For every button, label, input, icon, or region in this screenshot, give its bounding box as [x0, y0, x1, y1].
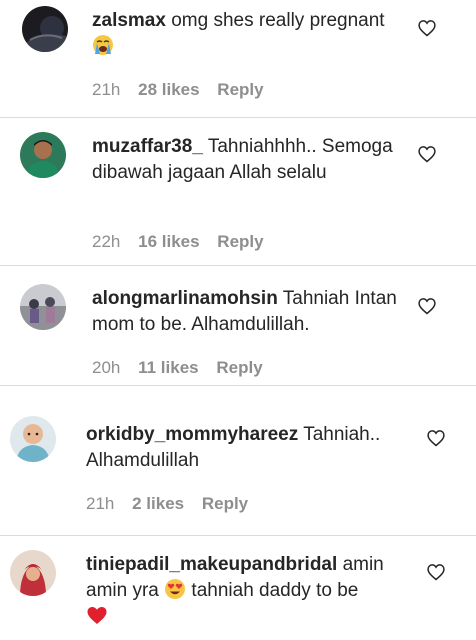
- comment-time: 20h: [92, 358, 121, 377]
- reply-button[interactable]: Reply: [202, 494, 248, 513]
- comment-username[interactable]: muzaffar38_: [92, 136, 203, 157]
- comment-likes[interactable]: 11 likes: [138, 358, 199, 377]
- comment-alongmarlinamohsin: alongmarlinamohsin Tahniah Intan mom to …: [0, 266, 476, 386]
- comment-body-continued: tahniah daddy to be: [191, 580, 359, 601]
- comment-meta: 20h 11 likes Reply: [92, 358, 276, 378]
- comment-orkidby-mommyhareez: orkidby_mommyhareez Tahniah.. Alhamdulil…: [0, 386, 476, 522]
- avatar[interactable]: [20, 132, 66, 178]
- comment-username[interactable]: orkidby_mommyhareez: [86, 424, 298, 445]
- comment-likes[interactable]: 2 likes: [132, 494, 184, 513]
- like-heart-icon[interactable]: [417, 18, 437, 38]
- comment-text: muzaffar38_ Tahniahhhh.. Semoga dibawah …: [92, 134, 412, 186]
- reply-button[interactable]: Reply: [216, 358, 262, 377]
- like-heart-icon[interactable]: [426, 428, 446, 448]
- comment-tiniepadil-makeupandbridal: tiniepadil_makeupandbridal amin amin yra…: [0, 536, 476, 640]
- comment-time: 21h: [86, 494, 115, 513]
- comment-meta: 21h 28 likes Reply: [92, 80, 277, 100]
- comment-text: alongmarlinamohsin Tahniah Intan mom to …: [92, 286, 412, 338]
- heart-eyes-emoji: [164, 578, 186, 600]
- comment-meta: 22h 16 likes Reply: [92, 232, 277, 252]
- like-heart-icon[interactable]: [426, 562, 446, 582]
- comment-text: tiniepadil_makeupandbridal amin amin yra…: [86, 552, 426, 630]
- avatar[interactable]: [22, 6, 68, 52]
- comment-time: 21h: [92, 80, 121, 99]
- comment-time: 22h: [92, 232, 121, 251]
- like-heart-icon[interactable]: [417, 296, 437, 316]
- comment-likes[interactable]: 16 likes: [138, 232, 199, 251]
- comment-zalsmax: zalsmax omg shes really pregnant 21h 28 …: [0, 0, 476, 118]
- comment-username[interactable]: alongmarlinamohsin: [92, 288, 278, 309]
- comment-username[interactable]: zalsmax: [92, 10, 166, 31]
- comment-meta: 21h 2 likes Reply: [86, 494, 261, 514]
- avatar[interactable]: [20, 284, 66, 330]
- like-heart-icon[interactable]: [417, 144, 437, 164]
- avatar[interactable]: [10, 550, 56, 596]
- comment-text: zalsmax omg shes really pregnant: [92, 8, 412, 60]
- avatar[interactable]: [10, 416, 56, 462]
- comment-text: orkidby_mommyhareez Tahniah.. Alhamdulil…: [86, 422, 426, 474]
- comment-body: omg shes really pregnant: [171, 10, 385, 31]
- red-heart-emoji: [86, 604, 108, 626]
- loudly-crying-face-emoji: [92, 34, 114, 56]
- comment-username[interactable]: tiniepadil_makeupandbridal: [86, 554, 337, 575]
- comment-likes[interactable]: 28 likes: [138, 80, 199, 99]
- reply-button[interactable]: Reply: [217, 232, 263, 251]
- reply-button[interactable]: Reply: [217, 80, 263, 99]
- comment-muzaffar38: muzaffar38_ Tahniahhhh.. Semoga dibawah …: [0, 118, 476, 266]
